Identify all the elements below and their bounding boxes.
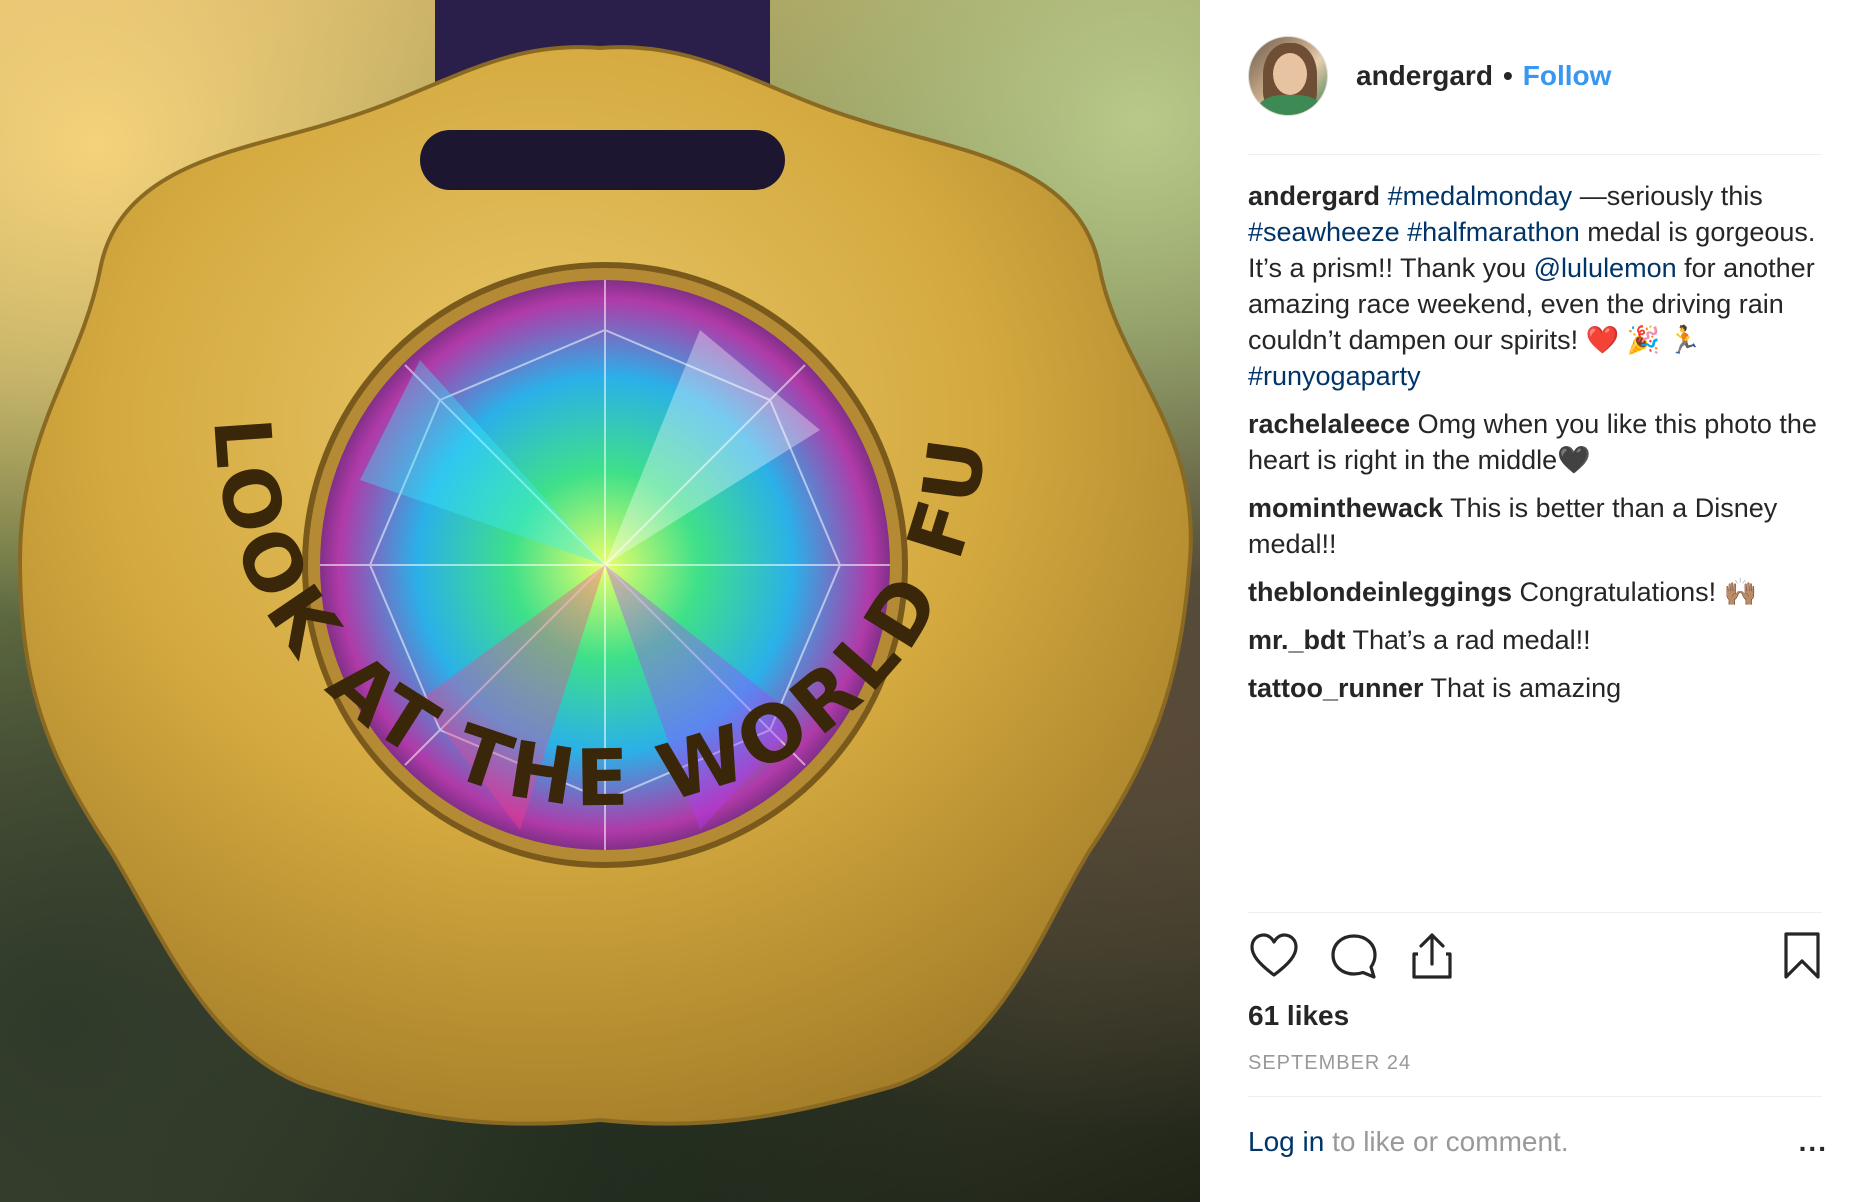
comment-item: theblondeinleggings Congratulations! 🙌🏽	[1248, 574, 1838, 610]
comments-list: andergard #medalmonday —seriously this #…	[1248, 178, 1838, 718]
footer-divider	[1248, 1096, 1822, 1097]
comment-item: tattoo_runner That is amazing	[1248, 670, 1838, 706]
bookmark-icon[interactable]	[1776, 930, 1828, 982]
login-prompt: Log in to like or comment. ...	[1248, 1126, 1828, 1158]
hashtag-link[interactable]: #medalmonday	[1388, 181, 1573, 211]
comment-username[interactable]: theblondeinleggings	[1248, 577, 1512, 607]
hashtag-link[interactable]: #seawheeze	[1248, 217, 1400, 247]
comment-icon[interactable]	[1328, 930, 1380, 982]
hashtag-link[interactable]: #halfmarathon	[1407, 217, 1580, 247]
comment-text: Congratulations! 🙌🏽	[1512, 577, 1758, 607]
login-prompt-text: to like or comment.	[1324, 1126, 1569, 1157]
actions-divider	[1248, 912, 1822, 913]
comment-item: mr._bdt That’s a rad medal!!	[1248, 622, 1838, 658]
comment-text: That’s a rad medal!!	[1345, 625, 1591, 655]
comment-username[interactable]: mr._bdt	[1248, 625, 1346, 655]
post-header: andergard • Follow	[1248, 34, 1611, 118]
comment-item: mominthewack This is better than a Disne…	[1248, 490, 1838, 562]
likes-count[interactable]: 61 likes	[1248, 1000, 1349, 1032]
medal-illustration: LOOK AT THE WORLD FUNFILTERED	[0, 0, 1193, 1126]
login-link[interactable]: Log in	[1248, 1126, 1324, 1157]
comment-username[interactable]: mominthewack	[1248, 493, 1443, 523]
follow-button[interactable]: Follow	[1523, 60, 1612, 92]
caption: andergard #medalmonday —seriously this #…	[1248, 178, 1838, 394]
more-options-icon[interactable]: ...	[1799, 1126, 1828, 1158]
header-username[interactable]: andergard	[1356, 60, 1493, 92]
header-divider	[1248, 154, 1822, 155]
comment-item: rachelaleece Omg when you like this phot…	[1248, 406, 1838, 478]
hashtag-link[interactable]: #runyogaparty	[1248, 361, 1421, 391]
comment-username[interactable]: tattoo_runner	[1248, 673, 1424, 703]
mention-link[interactable]: @lululemon	[1534, 253, 1677, 283]
action-bar	[1248, 930, 1828, 986]
comment-username[interactable]: rachelaleece	[1248, 409, 1410, 439]
heart-icon[interactable]	[1248, 930, 1300, 982]
post-date[interactable]: SEPTEMBER 24	[1248, 1052, 1411, 1075]
separator-dot: •	[1502, 60, 1513, 91]
caption-username[interactable]: andergard	[1248, 181, 1380, 211]
share-icon[interactable]	[1406, 930, 1458, 982]
caption-text: —seriously this	[1572, 181, 1763, 211]
medal-slot	[420, 130, 785, 190]
comment-text: That is amazing	[1423, 673, 1622, 703]
caption-text	[1400, 217, 1408, 247]
post-details-panel: andergard • Follow andergard #medalmonda…	[1200, 0, 1866, 1202]
post-photo[interactable]: LOOK AT THE WORLD FUNFILTERED	[0, 0, 1200, 1202]
avatar[interactable]	[1248, 36, 1328, 116]
